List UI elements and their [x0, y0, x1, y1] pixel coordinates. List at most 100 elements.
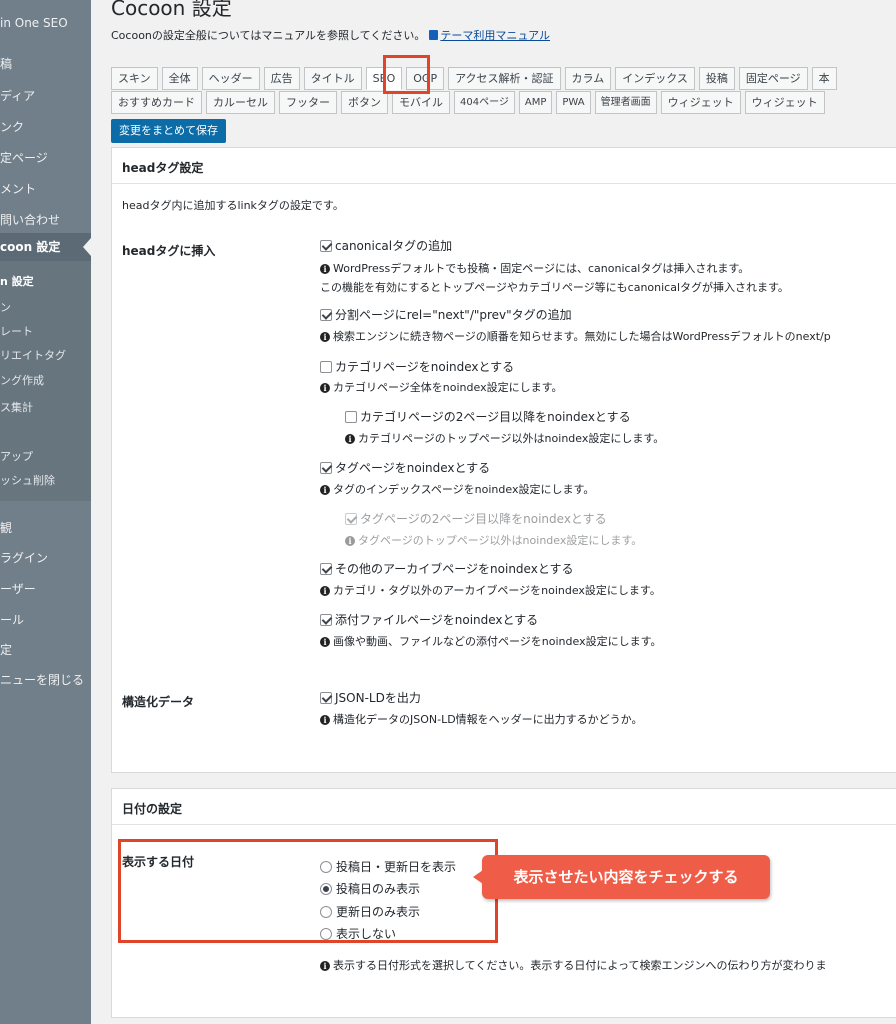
note-archive-noindex: i カテゴリ・タグ以外のアーカイブページをnoindex設定にします。	[320, 582, 661, 598]
note-text: カテゴリページのトップページ以外はnoindex設定にします。	[358, 432, 665, 445]
tab-footer[interactable]: フッター	[279, 91, 337, 114]
checkbox-tag-noindex[interactable]	[320, 462, 332, 474]
note-jsonld: i 構造化データのJSON-LD情報をヘッダーに出力するかどうか。	[320, 711, 642, 727]
sidebar-item-appearance[interactable]: 観	[0, 516, 12, 540]
admin-sidebar: in One SEO 稿 ディア ンク 定ページ メント 問い合わせ coon …	[0, 0, 91, 1024]
tab-analytics[interactable]: アクセス解析・認証	[448, 67, 561, 90]
option-category-noindex[interactable]: カテゴリページをnoindexとする	[320, 358, 514, 375]
info-icon: i	[320, 485, 330, 495]
panel-divider	[112, 183, 896, 184]
tab-index[interactable]: インデックス	[615, 67, 695, 90]
option-label: カテゴリページの2ページ目以降をnoindexとする	[360, 410, 631, 424]
tab-carousel[interactable]: カルーセル	[206, 91, 275, 114]
checkbox-category-paged-noindex[interactable]	[345, 411, 357, 423]
note-text: 検索エンジンに続き物ページの順番を知らせます。無効にした場合はWordPress…	[333, 330, 831, 343]
checkbox-next-prev[interactable]	[320, 309, 332, 321]
option-label: 分割ページにrel="next"/"prev"タグの追加	[335, 308, 572, 322]
option-label: JSON-LDを出力	[335, 691, 421, 705]
sidebar-item-tools[interactable]: ール	[0, 608, 24, 632]
option-next-prev[interactable]: 分割ページにrel="next"/"prev"タグの追加	[320, 306, 572, 323]
tab-column[interactable]: カラム	[564, 67, 612, 90]
tabs-row-1: スキン 全体 ヘッダー 広告 タイトル SEO OGP アクセス解析・認証 カラ…	[111, 67, 841, 90]
tab-skin[interactable]: スキン	[111, 67, 158, 90]
option-label: タグページの2ページ目以降をnoindexとする	[360, 512, 607, 526]
tab-widget[interactable]: ウィジェット	[660, 91, 741, 114]
sidebar-item-media[interactable]: ディア	[0, 84, 35, 108]
sidebar-item-plugins[interactable]: ラグイン	[0, 546, 48, 570]
note-canonical-2: この機能を有効にするとトップページやカテゴリページ等にもcanonicalタグが…	[320, 281, 789, 294]
checkbox-jsonld[interactable]	[320, 692, 332, 704]
info-icon: i	[345, 434, 355, 444]
note-attachment-noindex: i 画像や動画、ファイルなどの添付ページをnoindex設定にします。	[320, 633, 661, 649]
tab-404[interactable]: 404ページ	[454, 91, 515, 114]
sidebar-sub-affiliate-tag[interactable]: リエイトタグ	[0, 344, 66, 368]
checkbox-attachment-noindex[interactable]	[320, 614, 332, 626]
tab-page[interactable]: 固定ページ	[738, 67, 808, 90]
tab-widget-area[interactable]: ウィジェット	[744, 91, 825, 114]
sidebar-item-links[interactable]: ンク	[0, 115, 24, 139]
instruction-callout: 表示させたい内容をチェックする	[473, 855, 770, 899]
note-text: カテゴリページ全体をnoindex設定にします。	[333, 381, 563, 394]
option-category-paged-noindex[interactable]: カテゴリページの2ページ目以降をnoindexとする	[345, 408, 631, 425]
manual-link[interactable]: テーマ利用マニュアル	[440, 29, 550, 42]
info-icon: i	[320, 961, 330, 971]
sidebar-sub-ranking[interactable]: ング作成	[0, 369, 44, 393]
intro-message: Cocoonの設定全般についてはマニュアルを参照してください。	[111, 29, 426, 42]
sidebar-sub-access[interactable]: ス集計	[0, 396, 33, 420]
option-jsonld[interactable]: JSON-LDを出力	[320, 689, 421, 706]
info-icon: i	[320, 383, 330, 393]
info-icon: i	[320, 264, 330, 274]
note-text: 画像や動画、ファイルなどの添付ページをnoindex設定にします。	[333, 635, 662, 648]
tab-amp[interactable]: AMP	[518, 91, 553, 114]
tabs-row-2: おすすめカード カルーセル フッター ボタン モバイル 404ページ AMP P…	[111, 91, 829, 114]
option-canonical[interactable]: canonicalタグの追加	[320, 237, 452, 254]
tab-all[interactable]: 全体	[161, 67, 198, 90]
tab-pwa[interactable]: PWA	[556, 91, 591, 114]
note-text: タグページのトップページ以外はnoindex設定にします。	[358, 534, 643, 547]
tab-body[interactable]: 本	[811, 67, 837, 90]
date-options-highlight	[118, 839, 498, 943]
tab-ads[interactable]: 広告	[263, 67, 300, 90]
option-attachment-noindex[interactable]: 添付ファイルページをnoindexとする	[320, 611, 538, 628]
save-all-button[interactable]: 変更をまとめて保存	[111, 119, 226, 143]
date-panel-title: 日付の設定	[122, 802, 183, 816]
sidebar-item-contact[interactable]: 問い合わせ	[0, 208, 60, 232]
sidebar-item-pages[interactable]: 定ページ	[0, 146, 48, 170]
tab-post[interactable]: 投稿	[698, 67, 735, 90]
option-archive-noindex[interactable]: その他のアーカイブページをnoindexとする	[320, 560, 573, 577]
note-text: タグのインデックスページをnoindex設定にします。	[333, 483, 595, 496]
structured-data-label: 構造化データ	[122, 695, 195, 709]
tab-mobile[interactable]: モバイル	[392, 91, 450, 114]
checkbox-archive-noindex[interactable]	[320, 563, 332, 575]
tab-header[interactable]: ヘッダー	[201, 67, 260, 90]
option-tag-noindex[interactable]: タグページをnoindexとする	[320, 459, 490, 476]
note-text: 構造化データのJSON-LD情報をヘッダーに出力するかどうか。	[333, 713, 643, 726]
sidebar-item-settings[interactable]: 定	[0, 638, 12, 662]
note-text: カテゴリ・タグ以外のアーカイブページをnoindex設定にします。	[333, 584, 661, 597]
sidebar-item-cocoon-settings[interactable]: coon 設定	[0, 235, 60, 259]
head-panel-title: headタグ設定	[122, 161, 204, 175]
sidebar-item-collapse[interactable]: ニューを閉じる	[0, 668, 84, 692]
head-panel-description: headタグ内に追加するlinkタグの設定です。	[122, 199, 344, 212]
intro-text: Cocoonの設定全般についてはマニュアルを参照してください。 テーマ利用マニュア…	[111, 27, 550, 43]
option-label: カテゴリページをnoindexとする	[335, 360, 515, 374]
head-tag-panel: headタグ設定 headタグ内に追加するlinkタグの設定です。 headタグ…	[111, 147, 896, 773]
tab-admin[interactable]: 管理者画面	[594, 91, 657, 114]
option-label: 添付ファイルページをnoindexとする	[335, 613, 539, 627]
checkbox-canonical[interactable]	[320, 240, 332, 252]
sidebar-item-all-in-one-seo[interactable]: in One SEO	[0, 11, 68, 35]
checkbox-category-noindex[interactable]	[320, 361, 332, 373]
sidebar-item-users[interactable]: ーザー	[0, 577, 36, 601]
info-icon: i	[320, 715, 330, 725]
seo-tab-highlight	[383, 55, 430, 94]
sidebar-item-posts[interactable]: 稿	[0, 52, 12, 76]
tab-button[interactable]: ボタン	[341, 91, 388, 114]
sidebar-sub-cocoon-settings[interactable]: n 設定	[0, 270, 34, 294]
tab-recommend-card[interactable]: おすすめカード	[111, 91, 202, 114]
sidebar-sub-cache[interactable]: ッシュ削除	[0, 469, 55, 493]
tab-title[interactable]: タイトル	[303, 67, 362, 90]
sidebar-sub-skin[interactable]: ン	[0, 296, 11, 320]
sidebar-sub-backup[interactable]: アップ	[0, 445, 33, 469]
sidebar-item-comments[interactable]: メント	[0, 177, 36, 201]
sidebar-sub-template[interactable]: レート	[0, 320, 33, 344]
